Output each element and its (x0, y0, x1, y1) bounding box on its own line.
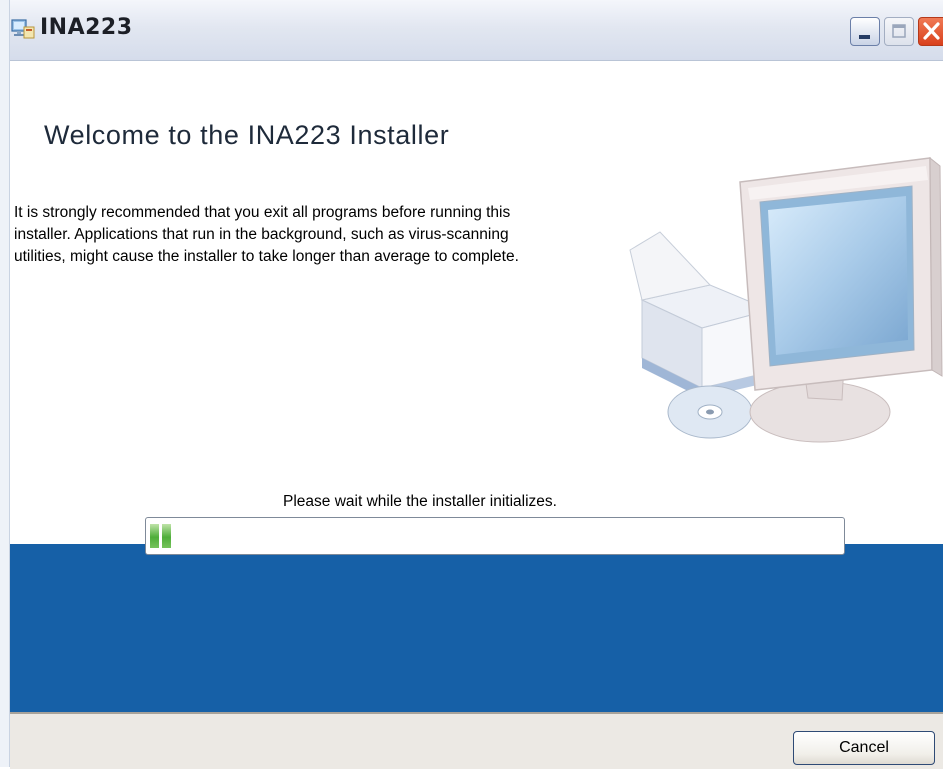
title-bar[interactable]: INA223 (10, 0, 943, 61)
minimize-icon (859, 35, 870, 39)
intro-paragraph: It is strongly recommended that you exit… (14, 202, 634, 268)
minimize-button[interactable] (850, 17, 880, 46)
intro-line: It is strongly recommended that you exit… (14, 204, 511, 221)
page-title: Welcome to the INA223 Installer (44, 120, 450, 150)
intro-line: installer. Applications that run in the … (14, 226, 509, 243)
status-text: Please wait while the installer initiali… (283, 493, 557, 510)
close-icon (923, 22, 940, 40)
intro-line: utilities, might cause the installer to … (14, 248, 519, 265)
computer-installation-illustration (629, 156, 943, 443)
installer-app-icon (10, 17, 36, 41)
progress-segment (162, 524, 171, 548)
window-title: INA223 (40, 15, 133, 40)
progress-fill (150, 524, 171, 548)
installer-window: INA223 Welcome to the INA223 Installer I… (9, 0, 943, 769)
progress-bar (145, 517, 845, 555)
maximize-button[interactable] (884, 17, 914, 46)
left-edge (0, 0, 9, 767)
blue-banner (10, 544, 943, 712)
progress-segment (150, 524, 159, 548)
maximize-icon (892, 24, 906, 38)
cancel-button[interactable]: Cancel (793, 731, 935, 765)
close-button[interactable] (918, 17, 943, 46)
